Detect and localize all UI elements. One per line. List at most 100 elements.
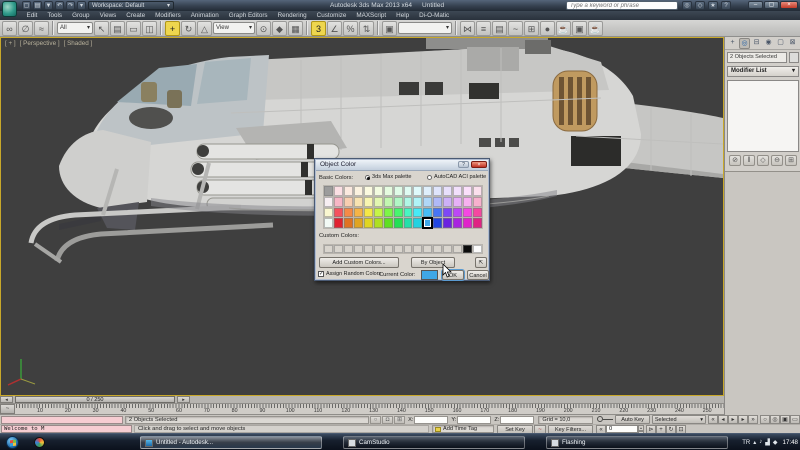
palette-color-cell[interactable] xyxy=(443,207,453,218)
add-time-tag[interactable]: Add Time Tag xyxy=(432,425,494,433)
menu-rendering[interactable]: Rendering xyxy=(273,11,311,20)
material-editor-icon[interactable]: ● xyxy=(540,20,555,36)
palette-color-cell[interactable] xyxy=(393,196,403,207)
select-and-link-icon[interactable]: ∞ xyxy=(2,20,17,36)
custom-color-cell[interactable] xyxy=(413,245,423,253)
current-color-swatch[interactable] xyxy=(421,270,438,280)
search-go-icon[interactable]: ◎ xyxy=(682,1,692,10)
palette-color-cell[interactable] xyxy=(453,218,463,228)
time-slider-prev-icon[interactable]: ◂ xyxy=(0,396,13,403)
select-and-move-icon[interactable]: + xyxy=(165,20,180,36)
palette-color-cell[interactable] xyxy=(383,186,393,196)
undo-icon[interactable]: ↶ xyxy=(55,1,64,10)
play-animation-icon[interactable]: ▸ xyxy=(728,415,738,424)
palette-color-cell[interactable] xyxy=(333,218,343,228)
z-coordinate-field[interactable] xyxy=(500,415,535,424)
zoom-extents-icon[interactable]: ▣ xyxy=(780,415,790,424)
menu-edit[interactable]: Edit xyxy=(22,11,42,20)
next-frame-icon[interactable]: ▸ xyxy=(738,415,748,424)
palette-color-cell[interactable] xyxy=(403,186,413,196)
zoom-all-icon[interactable]: ◎ xyxy=(770,415,780,424)
palette-color-cell[interactable] xyxy=(433,186,443,196)
palette-color-cell[interactable] xyxy=(373,186,383,196)
custom-color-cell[interactable] xyxy=(333,245,343,253)
palette-color-cell[interactable] xyxy=(413,186,423,196)
infocenter-search[interactable] xyxy=(566,1,678,10)
palette-color-cell[interactable] xyxy=(373,218,383,228)
palette-color-cell[interactable] xyxy=(324,218,333,228)
custom-color-cell[interactable] xyxy=(324,245,333,253)
custom-color-cell[interactable] xyxy=(453,245,463,253)
cancel-button[interactable]: Cancel xyxy=(467,270,489,280)
menu-animation[interactable]: Animation xyxy=(186,11,223,20)
selection-region-icon[interactable]: ▭ xyxy=(126,20,141,36)
taskbar-button-flashing[interactable]: Flashing xyxy=(546,436,728,449)
open-file-icon[interactable]: ▤ xyxy=(33,1,42,10)
make-unique-icon[interactable]: ◇ xyxy=(757,155,769,166)
palette-color-cell[interactable] xyxy=(473,207,482,218)
menu-group[interactable]: Group xyxy=(68,11,95,20)
absolute-mode-icon[interactable]: ⊞ xyxy=(394,415,406,424)
palette-color-cell[interactable] xyxy=(433,218,443,228)
align-icon[interactable]: ≡ xyxy=(476,20,491,36)
palette-color-cell[interactable] xyxy=(393,186,403,196)
custom-color-cell[interactable] xyxy=(383,245,393,253)
tab-utilities[interactable]: ⊠ xyxy=(787,38,798,49)
x-coordinate-field[interactable] xyxy=(414,415,449,424)
layer-manager-icon[interactable]: ▤ xyxy=(492,20,507,36)
dialog-help-button[interactable]: ? xyxy=(458,161,469,168)
workspace-dropdown[interactable]: Workspace: Default ▾ xyxy=(88,1,174,10)
browser-icon[interactable] xyxy=(34,437,45,448)
palette-color-cell[interactable] xyxy=(383,196,393,207)
palette-color-cell[interactable] xyxy=(383,218,393,228)
3dsmax-logo[interactable] xyxy=(2,1,17,17)
palette-color-cell[interactable] xyxy=(393,207,403,218)
show-hidden-icons[interactable]: ▴ xyxy=(753,439,756,446)
frame-spinner[interactable]: ▴▾ xyxy=(638,425,644,437)
palette-color-cell[interactable] xyxy=(463,186,473,196)
custom-color-cell[interactable] xyxy=(443,245,453,253)
palette-color-cell[interactable] xyxy=(423,196,433,207)
show-end-result-icon[interactable]: ‖ xyxy=(743,155,755,166)
palette-color-cell[interactable] xyxy=(363,196,373,207)
track-bar[interactable]: ~ 10 20 30 40 50 60 70 80 90 100 110 120 130 140 150 16… xyxy=(0,404,724,415)
time-slider[interactable]: ◂ 0 / 250 ▸ xyxy=(0,396,724,404)
palette-color-cell[interactable] xyxy=(363,218,373,228)
network-icon[interactable]: ▟ xyxy=(765,439,770,446)
select-and-scale-icon[interactable]: △ xyxy=(197,20,212,36)
menu-help[interactable]: Help xyxy=(392,11,414,20)
favorites-icon[interactable]: ★ xyxy=(708,1,718,10)
angle-snap-icon[interactable]: ∠ xyxy=(327,20,342,36)
reference-coordinate-dropdown[interactable]: View ▾ xyxy=(213,22,255,34)
new-file-icon[interactable]: ▢ xyxy=(22,1,31,10)
maxscript-listener-line1[interactable] xyxy=(1,415,123,424)
dialog-close-button[interactable]: × xyxy=(471,161,487,168)
assign-random-colors-checkbox[interactable]: ✓ Assign Random Colors xyxy=(318,271,381,277)
palette-color-cell[interactable] xyxy=(393,218,403,228)
help-icon[interactable]: ? xyxy=(721,1,731,10)
time-slider-handle[interactable]: 0 / 250 xyxy=(15,396,175,403)
snap-toggle-3d-icon[interactable]: 3 xyxy=(311,20,326,36)
palette-color-cell[interactable] xyxy=(413,218,423,228)
palette-color-cell[interactable] xyxy=(433,207,443,218)
zoom-icon[interactable]: ○ xyxy=(760,415,770,424)
palette-color-cell[interactable] xyxy=(353,218,363,228)
palette-color-cell[interactable] xyxy=(373,207,383,218)
y-coordinate-field[interactable] xyxy=(457,415,492,424)
palette-color-cell[interactable] xyxy=(443,196,453,207)
palette-color-cell[interactable] xyxy=(433,196,443,207)
viewport-pov-menu[interactable]: [ Perspective ] xyxy=(20,40,60,47)
menu-modifiers[interactable]: Modifiers xyxy=(151,11,186,20)
palette-color-cell[interactable] xyxy=(443,186,453,196)
palette-color-cell[interactable] xyxy=(413,196,423,207)
minimize-button[interactable]: – xyxy=(748,1,763,9)
object-color-swatch[interactable] xyxy=(789,52,799,63)
menu-graph-editors[interactable]: Graph Editors xyxy=(224,11,272,20)
window-crossing-icon[interactable]: ◫ xyxy=(142,20,157,36)
palette-color-cell[interactable] xyxy=(353,196,363,207)
tab-display[interactable]: ▢ xyxy=(775,38,786,49)
go-to-start-icon[interactable]: « xyxy=(708,415,718,424)
custom-color-cell[interactable] xyxy=(463,245,473,253)
time-slider-next-icon[interactable]: ▸ xyxy=(177,396,190,403)
named-selection-dropdown[interactable]: ▾ xyxy=(398,22,452,34)
